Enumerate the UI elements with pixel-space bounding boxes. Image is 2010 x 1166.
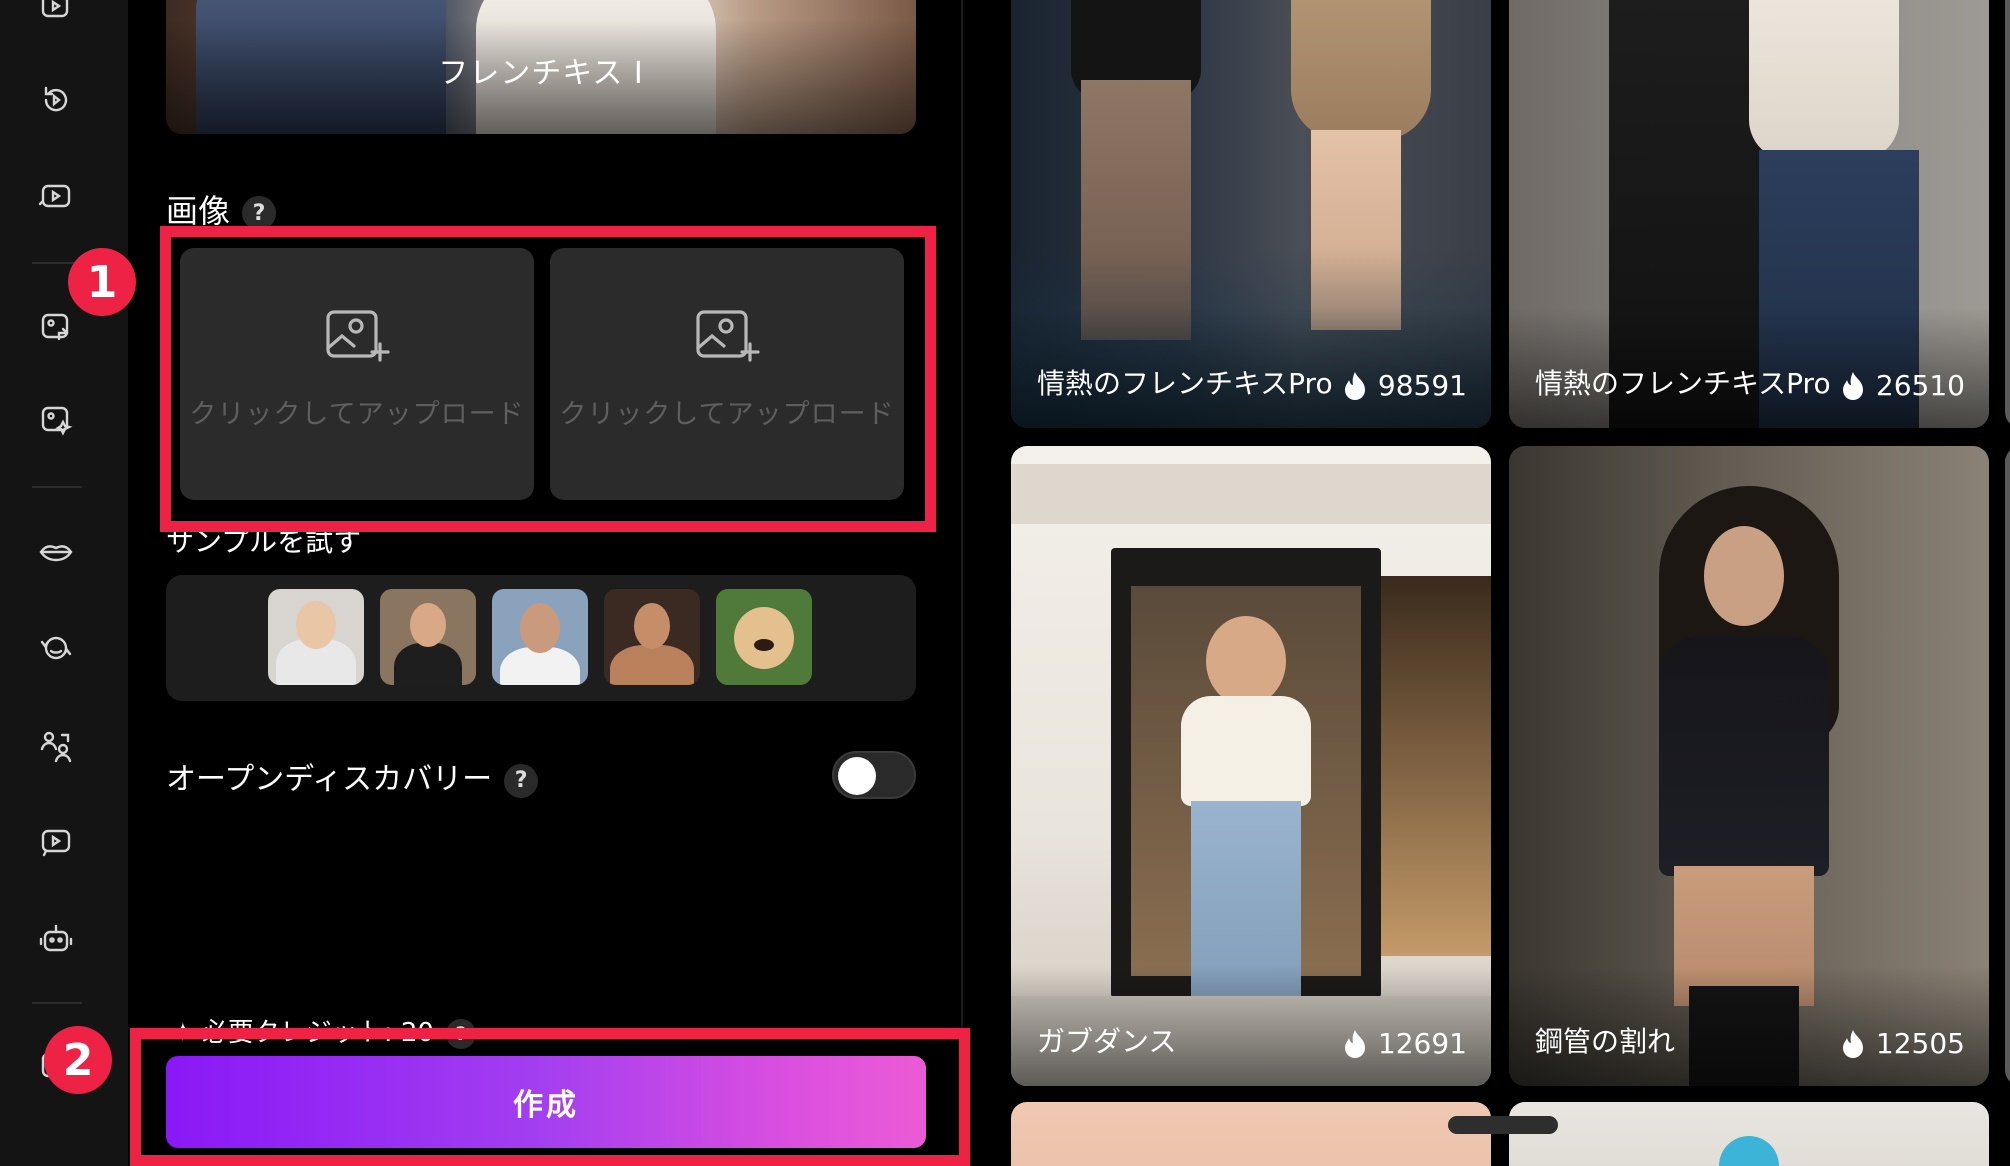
open-discovery-title: オープンディスカバリー (166, 762, 493, 797)
create-button[interactable]: 作成 (166, 1056, 926, 1148)
flame-icon (1842, 1029, 1863, 1058)
lips-icon[interactable] (34, 530, 78, 574)
template-card-popularity: 98591 (1342, 369, 1467, 402)
template-card-count: 12691 (1377, 1027, 1467, 1060)
template-card-title: 情熱のフレンチキスPro (1037, 367, 1333, 400)
template-card[interactable]: ガブダンス 12691 (1011, 446, 1491, 1086)
selected-style-card[interactable]: フレンチキス I (166, 0, 916, 134)
template-card-title: ガブダンス (1037, 1025, 1177, 1058)
sample-man-shirtless[interactable] (604, 589, 700, 685)
template-card-popularity: 26510 (1840, 369, 1965, 402)
image-section-title: 画像 (166, 192, 231, 230)
template-gallery: 情熱のフレンチキスPro 98591 情熱のフレンチキスPro 26510 ガブ… (963, 0, 2010, 1166)
upload-label: クリックしてアップロード (559, 398, 895, 430)
sidebar-divider (32, 1002, 82, 1004)
scroll-handle[interactable] (1448, 1116, 1558, 1134)
flame-icon (1344, 371, 1365, 400)
sample-puppy[interactable] (716, 589, 812, 685)
sample-label: サンプルを試す (166, 525, 362, 558)
open-discovery-label: オープンディスカバリー? (166, 754, 539, 798)
sample-man-city[interactable] (492, 589, 588, 685)
template-card[interactable]: 情熱のフレンチキスPro 98591 (1011, 0, 1491, 428)
template-card[interactable]: 鋼管の割れ 12505 (1509, 446, 1989, 1086)
template-card-partial[interactable] (1011, 1102, 1491, 1166)
template-card-count: 26510 (1875, 369, 1965, 402)
sidebar-divider (32, 486, 82, 488)
template-card-title: 情熱のフレンチキスPro (1535, 367, 1831, 400)
template-card-popularity: 12691 (1342, 1027, 1467, 1060)
help-icon[interactable]: ? (242, 196, 277, 230)
video-play-icon[interactable] (34, 175, 78, 219)
style-card-title: フレンチキス I (438, 56, 644, 91)
image-sparkle-icon[interactable] (34, 398, 78, 442)
template-card-count: 12505 (1875, 1027, 1965, 1060)
people-swap-icon[interactable] (34, 723, 78, 767)
upload-label: クリックしてアップロード (189, 398, 525, 430)
upload-box-2[interactable]: クリックしてアップロード (550, 248, 904, 500)
add-image-icon (696, 309, 760, 362)
template-card-partial[interactable] (2005, 446, 2010, 1086)
template-card-count: 98591 (1377, 369, 1467, 402)
sample-strip (166, 575, 916, 701)
history-refresh-icon[interactable] (34, 78, 78, 122)
template-card[interactable]: 情熱のフレンチキスPro 26510 (1509, 0, 1989, 428)
sample-woman-brunette[interactable] (380, 589, 476, 685)
flame-icon (1842, 371, 1863, 400)
template-card-partial[interactable] (2005, 0, 2010, 428)
template-card-partial[interactable] (1509, 1102, 1989, 1166)
image-section-label: 画像? (166, 186, 277, 232)
generation-panel: フレンチキス I 画像? クリックしてアップロード クリックしてアップロード サ… (128, 0, 961, 1166)
video-sparkle-icon[interactable] (34, 0, 78, 30)
face-swap-icon[interactable] (34, 626, 78, 670)
add-image-icon (326, 309, 390, 362)
annotation-badge-2: 2 (44, 1026, 112, 1094)
sample-woman-blonde[interactable] (268, 589, 364, 685)
template-card-title: 鋼管の割れ (1535, 1025, 1676, 1058)
upload-box-1[interactable]: クリックしてアップロード (180, 248, 534, 500)
image-edit-icon[interactable] (34, 305, 78, 349)
credits-info: ✦ 必要クレジット: 20? (172, 1012, 476, 1049)
annotation-badge-1: 1 (68, 248, 136, 316)
toggle-knob (838, 757, 876, 795)
video-chat-icon[interactable] (34, 820, 78, 864)
help-icon[interactable]: ? (504, 763, 539, 798)
help-icon[interactable]: ? (445, 1018, 476, 1049)
open-discovery-toggle[interactable] (832, 751, 916, 799)
credits-label: 必要クレジット: 20 (201, 1018, 434, 1048)
robot-icon[interactable] (34, 917, 78, 961)
template-card-popularity: 12505 (1840, 1027, 1965, 1060)
sparkle-icon: ✦ (172, 1018, 194, 1048)
flame-icon (1344, 1029, 1365, 1058)
sidebar (0, 0, 128, 1166)
